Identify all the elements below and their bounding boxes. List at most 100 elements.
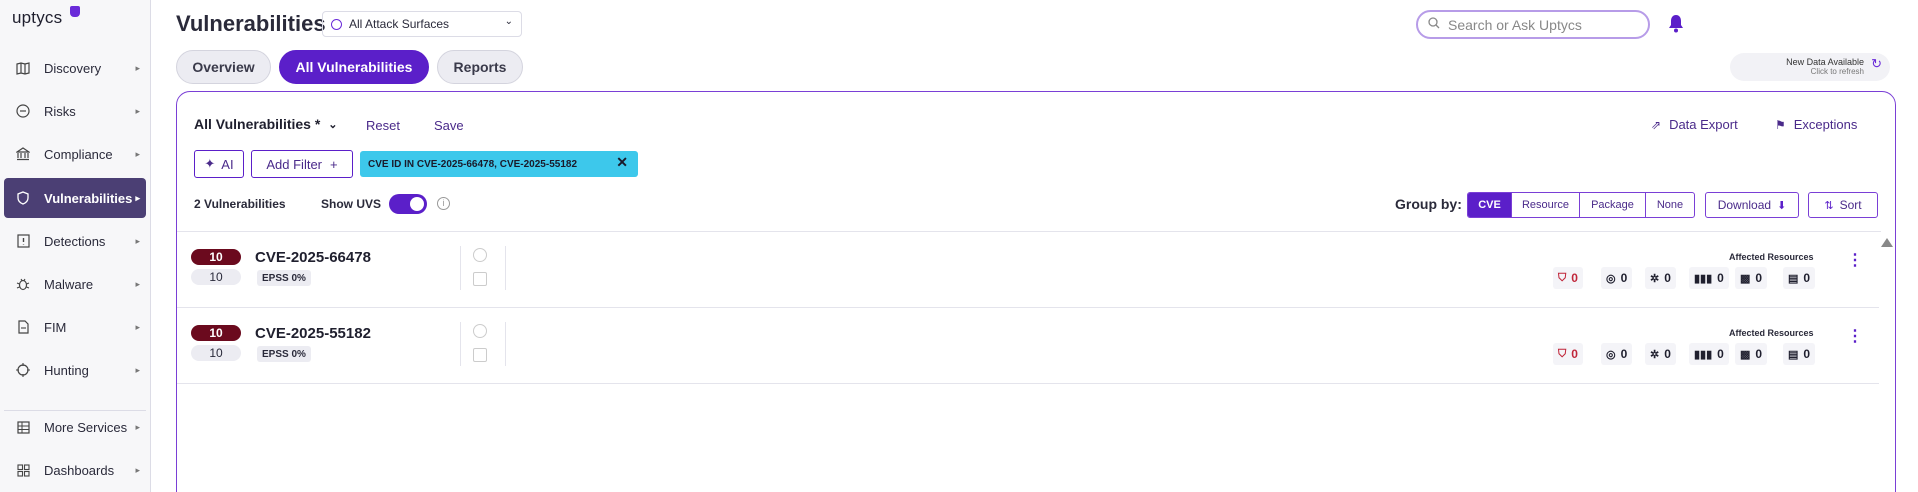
metric-hosts[interactable]: ◎ 0 (1601, 267, 1633, 289)
sidebar-item-label: Hunting (44, 362, 89, 378)
group-by-label: Group by: (1395, 196, 1462, 212)
risk-icon (14, 102, 32, 120)
severity-score-badge: 10 (191, 249, 241, 265)
search-box[interactable] (1416, 10, 1650, 39)
filter-chip[interactable]: CVE ID IN CVE-2025-66478, CVE-2025-55182… (360, 151, 638, 177)
sidebar-item-risks[interactable]: Risks ▸ (4, 91, 146, 131)
sidebar-item-compliance[interactable]: Compliance ▸ (4, 134, 146, 174)
new-data-title: New Data Available (1786, 57, 1864, 67)
metric-value: 0 (1803, 347, 1811, 361)
data-export-button[interactable]: ⇗ Data Export (1651, 117, 1738, 132)
exceptions-label: Exceptions (1793, 117, 1858, 132)
metric-kubernetes[interactable]: ✲ 0 (1645, 343, 1676, 365)
image-icon: ▩ (1740, 272, 1751, 285)
metric-images[interactable]: ▩ 0 (1735, 343, 1768, 365)
group-by-package[interactable]: Package (1580, 193, 1646, 217)
metric-registries[interactable]: ▤ 0 (1783, 267, 1816, 289)
shield-alert-icon: ⛉ (1558, 347, 1567, 360)
close-icon[interactable]: ✕ (616, 154, 628, 171)
severity-score-badge: 10 (191, 325, 241, 341)
more-options-icon[interactable]: ⋮ (1847, 329, 1863, 345)
page-title: Vulnerabilities (176, 11, 326, 36)
metric-value: 0 (1620, 347, 1628, 361)
attack-surface-select[interactable]: All Attack Surfaces ⌄ (322, 11, 522, 37)
sidebar-item-discovery[interactable]: Discovery ▸ (4, 48, 146, 88)
alert-icon (14, 232, 32, 250)
metric-registries[interactable]: ▤ 0 (1783, 343, 1816, 365)
metric-critical[interactable]: ⛉ 0 (1553, 267, 1583, 289)
metric-hosts[interactable]: ◎ 0 (1601, 343, 1633, 365)
more-options-icon[interactable]: ⋮ (1847, 253, 1863, 269)
cve-id-link[interactable]: CVE-2025-55182 (255, 325, 371, 342)
saved-view-select[interactable]: All Vulnerabilities * ⌄ (194, 116, 338, 132)
metric-critical[interactable]: ⛉ 0 (1553, 343, 1583, 365)
tab-all-vulnerabilities[interactable]: All Vulnerabilities (279, 50, 429, 84)
exceptions-button[interactable]: ⚑ Exceptions (1775, 117, 1857, 132)
table-row[interactable]: 10 10 CVE-2025-55182 EPSS 0% Affected Re… (177, 308, 1879, 384)
chevron-right-icon: ▸ (135, 192, 140, 203)
info-icon[interactable]: i (437, 197, 450, 210)
sidebar-item-fim[interactable]: FIM ▸ (4, 307, 146, 347)
attack-surface-value: All Attack Surfaces (349, 17, 450, 31)
sidebar-item-malware[interactable]: Malware ▸ (4, 264, 146, 304)
table-row[interactable]: 10 10 CVE-2025-66478 EPSS 0% Affected Re… (177, 232, 1879, 308)
search-icon (1428, 16, 1440, 34)
new-data-banner[interactable]: New Data Available Click to refresh ↻ (1730, 53, 1890, 81)
metric-containers[interactable]: ▮▮▮ 0 (1689, 343, 1729, 365)
chevron-right-icon: ▸ (135, 321, 140, 332)
ai-button[interactable]: ✦ AI (194, 150, 244, 178)
metric-kubernetes[interactable]: ✲ 0 (1645, 267, 1676, 289)
chevron-right-icon: ▸ (135, 148, 140, 159)
shield-icon (14, 189, 32, 207)
sidebar: uptycs Discovery ▸ Risks ▸ Compliance ▸ … (0, 0, 151, 492)
data-export-label: Data Export (1669, 117, 1738, 132)
tab-reports[interactable]: Reports (437, 50, 523, 84)
bell-icon[interactable] (1667, 13, 1689, 35)
divider (460, 246, 461, 290)
group-by-cve[interactable]: CVE (1468, 193, 1512, 217)
reset-button[interactable]: Reset (366, 118, 400, 133)
divider (505, 246, 506, 290)
globe-icon: ◎ (1606, 348, 1616, 361)
tab-overview[interactable]: Overview (176, 50, 271, 84)
sort-button[interactable]: ⇅ Sort (1808, 192, 1878, 218)
bars-icon: ▮▮▮ (1694, 348, 1713, 361)
shield-alert-icon: ⛉ (1558, 271, 1567, 284)
show-uvs-toggle[interactable] (389, 194, 427, 214)
image-icon: ▩ (1740, 348, 1751, 361)
sidebar-item-detections[interactable]: Detections ▸ (4, 221, 146, 261)
group-by-resource[interactable]: Resource (1512, 193, 1580, 217)
save-button[interactable]: Save (434, 118, 464, 133)
add-filter-label: Add Filter (266, 156, 323, 172)
bank-icon (14, 145, 32, 163)
chevron-down-icon: ⌄ (504, 16, 513, 27)
metric-value: 0 (1755, 271, 1763, 285)
download-button[interactable]: Download ⬇ (1705, 192, 1799, 218)
sidebar-item-hunting[interactable]: Hunting ▸ (4, 350, 146, 390)
sidebar-item-more-services[interactable]: More Services ▸ (4, 407, 146, 447)
download-icon: ⬇ (1777, 199, 1787, 212)
sidebar-item-vulnerabilities[interactable]: Vulnerabilities ▸ (4, 178, 146, 218)
new-data-subtitle: Click to refresh (1810, 67, 1864, 76)
sort-icon: ⇅ (1824, 199, 1834, 212)
exploit-icon (473, 324, 487, 338)
sidebar-item-dashboards[interactable]: Dashboards ▸ (4, 450, 146, 490)
chevron-right-icon: ▸ (135, 62, 140, 73)
toggle-knob (410, 197, 424, 211)
metric-containers[interactable]: ▮▮▮ 0 (1689, 267, 1729, 289)
scroll-up-icon[interactable] (1881, 238, 1893, 247)
search-input[interactable] (1448, 16, 1638, 33)
sparkle-icon: ✦ (204, 156, 216, 171)
chevron-right-icon: ▸ (135, 464, 140, 475)
add-filter-button[interactable]: Add Filter + (251, 150, 353, 178)
epss-badge: EPSS 0% (257, 270, 311, 286)
cve-id-link[interactable]: CVE-2025-66478 (255, 249, 371, 266)
refresh-icon: ↻ (1871, 56, 1882, 71)
chevron-right-icon: ▸ (135, 364, 140, 375)
metric-images[interactable]: ▩ 0 (1735, 267, 1768, 289)
uvs-score-badge: 10 (191, 269, 241, 285)
chevron-down-icon: ⌄ (328, 118, 338, 131)
group-by-none[interactable]: None (1646, 193, 1694, 217)
sidebar-item-label: Vulnerabilities (44, 190, 133, 206)
affected-resources-label: Affected Resources (1729, 252, 1814, 262)
